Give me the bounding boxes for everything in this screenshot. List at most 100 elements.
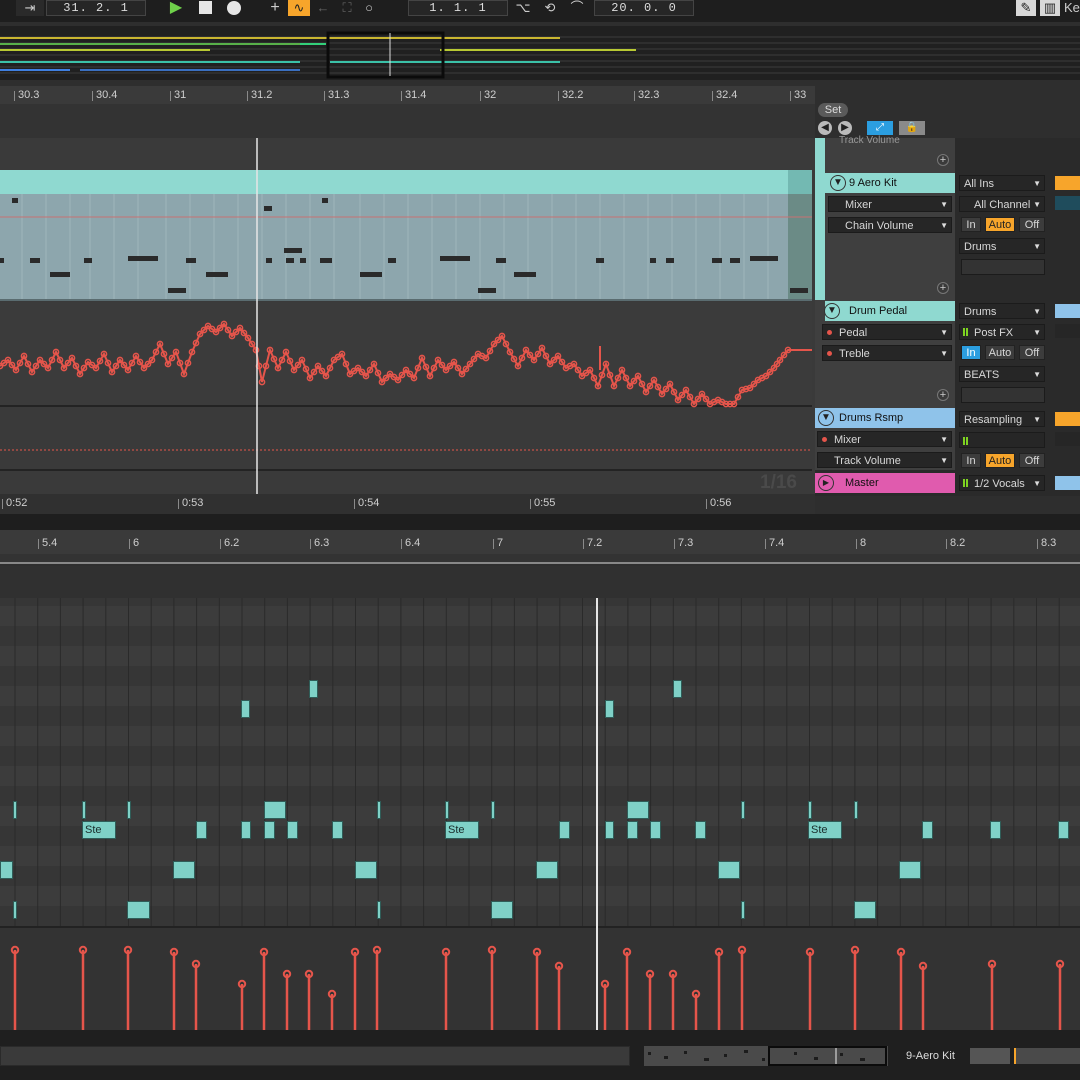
midi-note[interactable] — [82, 801, 86, 819]
follow-icon[interactable]: ⇥ — [16, 0, 44, 16]
punch-out-icon[interactable]: ⌒ — [566, 0, 588, 16]
time-ruler[interactable]: 0:52 0:53 0:54 0:55 0:56 — [0, 494, 815, 514]
midi-note[interactable] — [990, 821, 1001, 839]
output-chooser[interactable]: 1/2 Vocals — [959, 475, 1045, 491]
midi-note[interactable] — [13, 901, 17, 919]
midi-note[interactable] — [377, 901, 381, 919]
midi-note[interactable] — [241, 700, 250, 718]
keys-label[interactable]: Ke — [1064, 0, 1080, 16]
midi-note[interactable] — [491, 801, 495, 819]
midi-note[interactable] — [741, 801, 745, 819]
punch-in-icon[interactable]: ⌥ — [512, 0, 534, 16]
midi-note[interactable] — [13, 801, 17, 819]
add-lane-icon[interactable]: + — [937, 154, 949, 166]
input-type-chooser[interactable]: All Ins — [959, 175, 1045, 191]
monitor-auto-button[interactable]: Auto — [985, 345, 1015, 360]
midi-note[interactable] — [309, 680, 318, 698]
output-sub-chooser[interactable] — [961, 387, 1045, 403]
clip-overview[interactable] — [644, 1046, 888, 1066]
velocity-lane[interactable] — [0, 926, 1080, 1030]
midi-note[interactable] — [445, 801, 449, 819]
record-icon[interactable] — [224, 0, 244, 16]
monitor-auto-button[interactable]: Auto — [985, 453, 1015, 468]
param-chooser[interactable]: Chain Volume — [828, 217, 952, 233]
view-splitter[interactable] — [0, 514, 1080, 530]
midi-note-label[interactable]: Ste — [808, 821, 842, 839]
midi-note[interactable] — [627, 821, 638, 839]
output-sub-chooser[interactable] — [961, 259, 1045, 275]
loop-brace[interactable] — [0, 554, 1080, 564]
param-chooser[interactable]: Treble — [822, 345, 952, 361]
clip-beat-ruler[interactable]: 5.4 6 6.2 6.3 6.4 7 7.2 7.3 7.4 8 8.2 8.… — [0, 530, 1080, 554]
track-activator[interactable] — [1055, 304, 1080, 318]
play-icon[interactable]: ▶ — [166, 0, 186, 16]
fold-chevron-icon[interactable]: ▼ — [818, 410, 834, 426]
track-title[interactable]: Master — [815, 473, 955, 493]
midi-note[interactable] — [1058, 821, 1069, 839]
input-channel-chooser[interactable]: Post FX — [959, 324, 1045, 340]
midi-note[interactable] — [241, 821, 251, 839]
midi-note[interactable] — [627, 801, 649, 819]
automation-arm-icon[interactable]: ∿ — [288, 0, 310, 16]
midi-note[interactable] — [332, 821, 343, 839]
loop-switch-icon[interactable]: ⟲ — [538, 0, 562, 16]
midi-note[interactable] — [355, 861, 377, 879]
note-layer[interactable]: Ste Ste Ste — [0, 566, 1080, 926]
device-thumbnail[interactable] — [1014, 1048, 1080, 1064]
fold-chevron-icon[interactable]: ▼ — [830, 175, 846, 191]
output-chooser[interactable]: BEATS — [959, 366, 1045, 382]
loop-length-field[interactable]: 20. 0. 0 — [594, 0, 694, 16]
track-activator[interactable] — [1055, 476, 1080, 490]
track-title[interactable]: Drums Rsmp — [815, 408, 955, 428]
track-activator[interactable] — [1055, 176, 1080, 190]
midi-note[interactable] — [854, 801, 858, 819]
keyboard-icon[interactable]: ▥ — [1040, 0, 1060, 16]
monitor-auto-button[interactable]: Auto — [985, 217, 1015, 232]
midi-note[interactable] — [808, 801, 812, 819]
track-volume[interactable] — [1055, 324, 1080, 338]
midi-note[interactable] — [264, 801, 286, 819]
midi-note[interactable] — [377, 801, 381, 819]
midi-note-label[interactable]: Ste — [82, 821, 116, 839]
next-locator-icon[interactable]: ▶ — [838, 121, 852, 135]
add-lane-icon[interactable]: + — [937, 389, 949, 401]
monitor-off-button[interactable]: Off — [1019, 345, 1045, 360]
midi-note[interactable] — [536, 861, 558, 879]
midi-note[interactable] — [899, 861, 921, 879]
midi-note[interactable] — [605, 700, 614, 718]
midi-note[interactable] — [196, 821, 207, 839]
param-chooser[interactable]: Track Volume — [817, 452, 952, 468]
track-volume[interactable] — [1055, 432, 1080, 446]
arrangement-overview[interactable] — [0, 26, 1080, 80]
input-type-chooser[interactable]: Drums — [959, 303, 1045, 319]
arrangement-tracks[interactable] — [0, 138, 815, 495]
midi-note[interactable] — [173, 861, 195, 879]
midi-note[interactable] — [673, 680, 682, 698]
monitor-off-button[interactable]: Off — [1019, 217, 1045, 232]
midi-note[interactable] — [287, 821, 298, 839]
midi-note[interactable] — [854, 901, 876, 919]
midi-note[interactable] — [264, 821, 275, 839]
input-channel-chooser[interactable]: All Channel — [959, 196, 1045, 212]
add-icon[interactable]: + — [266, 0, 284, 16]
input-type-chooser[interactable]: Resampling — [959, 411, 1045, 427]
midi-note[interactable] — [922, 821, 933, 839]
device-chooser[interactable]: Pedal — [822, 324, 952, 340]
track-activator[interactable] — [1055, 412, 1080, 426]
set-button[interactable]: Set — [818, 103, 848, 117]
previous-locator-icon[interactable]: ◀ — [818, 121, 832, 135]
track-title[interactable]: Drum Pedal — [825, 301, 955, 321]
device-chooser[interactable]: Mixer — [828, 196, 952, 212]
automation-mode-icon[interactable]: ⤢ — [867, 121, 893, 135]
monitor-in-button[interactable]: In — [961, 217, 981, 232]
capture-icon[interactable]: ⛶ — [338, 0, 356, 16]
midi-note[interactable] — [718, 861, 740, 879]
add-lane-icon[interactable]: + — [937, 282, 949, 294]
fold-chevron-icon[interactable]: ▼ — [824, 303, 840, 319]
midi-note[interactable] — [127, 901, 150, 919]
midi-note[interactable] — [650, 821, 661, 839]
track-volume[interactable] — [1055, 196, 1080, 210]
input-channel-chooser[interactable] — [959, 432, 1045, 448]
output-chooser[interactable]: Drums — [959, 238, 1045, 254]
midi-note[interactable] — [605, 821, 614, 839]
